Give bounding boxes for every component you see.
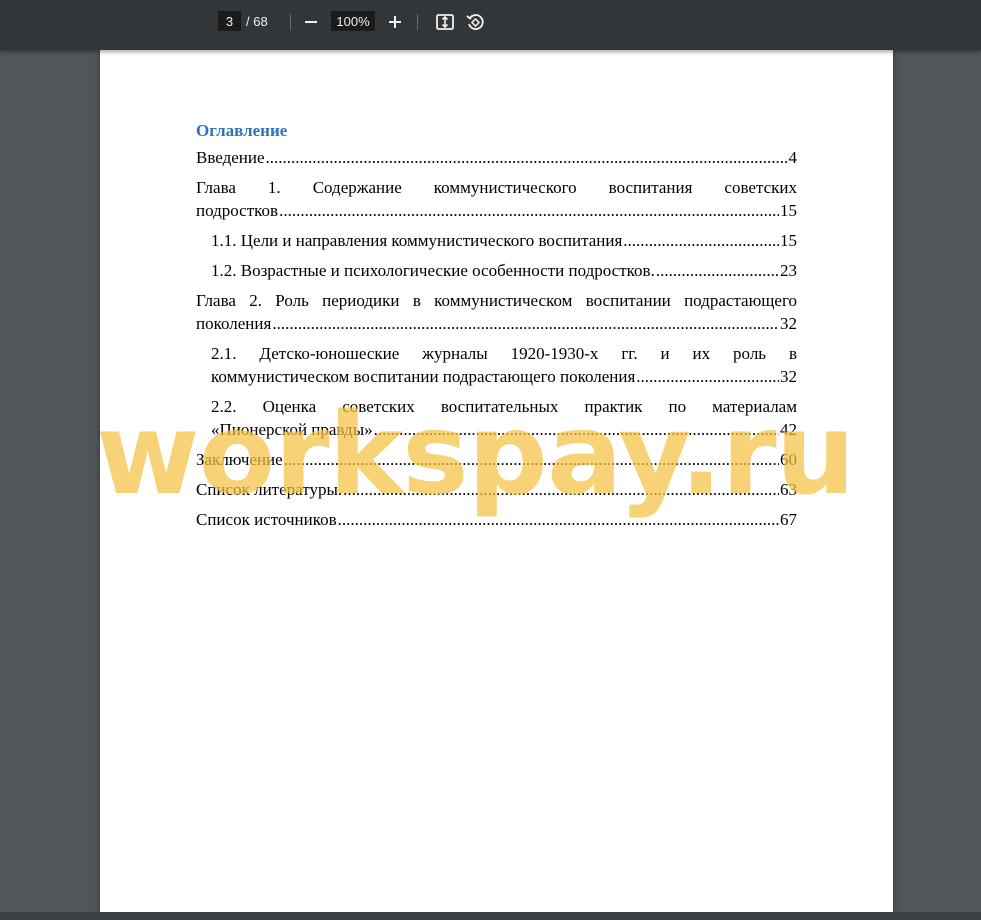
toolbar-divider [417,14,418,30]
toc-entry: Глава 2. Роль периодики в коммунистическ… [196,289,797,335]
toc-entry-label: поколения [196,314,272,333]
page-total: / 68 [246,14,268,29]
toc-entry-page: 60 [780,450,797,469]
toc-entry: Глава 1. Содержание коммунистического во… [196,176,797,222]
toc-entry-page: 4 [788,148,798,167]
toc-entry-label: 1.1. Цели и направления коммунистическог… [211,231,623,250]
toc-leader [636,365,779,388]
toc-leader [343,478,779,501]
toolbar-divider [290,14,291,30]
rotate-icon [466,14,484,30]
toc-entry: 2.1. Детско-юношеские журналы 1920-1930-… [196,342,797,388]
toc-title: Оглавление [196,121,288,140]
toc-entry-page: 63 [780,480,797,499]
rotate-button[interactable] [464,11,486,33]
plus-icon [389,16,401,28]
toc-leader [272,312,779,335]
page-number-input[interactable] [218,11,241,31]
toc-entry-page: 15 [780,201,797,220]
toc-entry-label: «Пионерской правды» [211,420,373,439]
toc-entry-page: 42 [780,420,797,439]
fit-to-page-button[interactable] [434,11,456,33]
table-of-contents: Оглавление Введение 4 Глава 1. Содержани… [196,121,797,538]
toc-entry: 2.2. Оценка советских воспитательных пра… [196,395,797,441]
toc-entry-page: 67 [780,510,797,529]
toc-entry: Список источников 67 [196,508,797,531]
toc-leader [623,229,779,252]
toc-entry-label: Заключение [196,450,283,469]
zoom-in-button[interactable] [384,11,406,33]
toc-entry-label: Введение [196,148,265,167]
zoom-out-button[interactable] [300,11,322,33]
toc-entry-page: 32 [780,314,797,333]
toc-entry-line: 2.2. Оценка советских воспитательных пра… [211,397,797,416]
toc-entry-page: 15 [780,231,797,250]
toc-entry-label: подростков [196,201,279,220]
toc-entry-line: 2.1. Детско-юношеские журналы 1920-1930-… [211,344,797,363]
minus-icon [305,21,317,23]
toc-entry-label: 1.2. Возрастные и психологические особен… [211,261,655,280]
toc-entry: Список литературы. 63 [196,478,797,501]
toc-leader [284,448,779,471]
zoom-input[interactable] [331,11,375,31]
toc-entry-line: Глава 1. Содержание коммунистического во… [196,178,797,197]
toc-leader [338,508,779,531]
toc-entry: 1.1. Цели и направления коммунистическог… [196,229,797,252]
toc-entry: Введение 4 [196,146,797,169]
fit-to-page-icon [436,14,454,30]
toc-entry-page: 23 [780,261,797,280]
horizontal-scrollbar[interactable] [0,912,981,920]
toc-leader [656,259,779,282]
toc-entry-label: коммунистическом воспитании подрастающег… [211,367,636,386]
toc-leader [266,146,788,169]
document-page: Оглавление Введение 4 Глава 1. Содержани… [100,50,893,912]
toc-entry: Заключение 60 [196,448,797,471]
toc-leader [374,418,779,441]
toc-entry-label: Список литературы. [196,480,343,499]
toc-entry-line: Глава 2. Роль периодики в коммунистическ… [196,291,797,310]
toc-entry: 1.2. Возрастные и психологические особен… [196,259,797,282]
pdf-toolbar: / 68 [0,0,981,50]
toc-entry-page: 32 [780,367,797,386]
toc-entry-label: Список источников [196,510,337,529]
toc-leader [279,199,779,222]
